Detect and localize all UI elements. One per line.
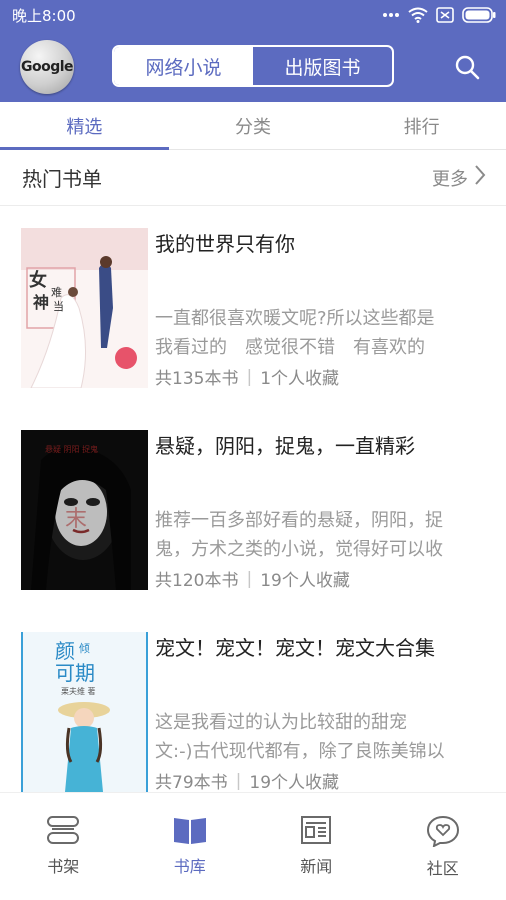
tab-rankings[interactable]: 排行 [337,102,506,149]
booklist-item[interactable]: 女 神 难 当 我的世界只有你 一直都很喜欢暖文呢?所以这些都是 我看过的 感觉… [0,206,506,408]
favorite-count: 19个人收藏 [260,571,350,591]
booklist-title: 我的世界只有你 [155,232,295,256]
nav-library[interactable]: 书库 [127,793,254,900]
wifi-icon [408,7,428,23]
nav-bookshelf[interactable]: 书架 [0,793,127,900]
svg-text:难: 难 [51,286,62,299]
battery-icon [462,7,496,23]
booklist-list: 女 神 难 当 我的世界只有你 一直都很喜欢暖文呢?所以这些都是 我看过的 感觉… [0,206,506,792]
booklist-title: 悬疑，阴阳，捉鬼，一直精彩 [155,434,415,458]
nav-community[interactable]: 社区 [380,793,506,900]
booklist-meta: 共135本书 | 1个人收藏 [155,364,340,390]
favorite-count: 1个人收藏 [260,369,340,389]
nav-label: 社区 [426,859,459,878]
status-bar: 晚上8:00 [0,0,506,30]
segment-published-books[interactable]: 出版图书 [253,47,392,85]
svg-text:神: 神 [33,293,49,312]
segment-web-novels[interactable]: 网络小说 [114,47,253,85]
meta-divider: | [246,568,253,589]
chevron-right-icon [474,164,486,191]
section-title: 热门书单 [22,167,102,191]
tab-featured[interactable]: 精选 [0,102,169,150]
book-count: 共120本书 [155,571,239,591]
svg-text:当: 当 [53,299,64,313]
svg-text:悬疑 阴阳 捉鬼: 悬疑 阴阳 捉鬼 [45,444,98,454]
svg-text:颜: 颜 [55,639,75,663]
svg-text:倾: 倾 [79,642,90,655]
booklist-meta: 共120本书 | 19个人收藏 [155,566,350,592]
newspaper-icon [300,815,332,853]
open-book-icon [173,815,207,853]
booklist-meta: 共79本书 | 19个人收藏 [155,768,340,793]
svg-text:可期: 可期 [55,661,95,685]
chat-heart-icon [426,815,460,855]
description-line: 文:-)古代现代都有，除了良陈美锦以 [155,741,445,762]
book-count: 共135本书 [155,369,239,389]
nav-label: 书库 [173,857,206,876]
description-line: 一直都很喜欢暖文呢?所以这些都是 [155,308,435,329]
book-cover: 末 悬疑 阴阳 捉鬼 [21,430,148,590]
description-line: 推荐一百多部好看的悬疑，阴阳，捉 [155,510,443,531]
nav-news[interactable]: 新闻 [253,793,380,900]
no-sim-icon [436,7,454,23]
more-button[interactable]: 更多 [432,164,486,191]
meta-divider: | [246,366,253,387]
description-line: 鬼，方术之类的小说，觉得好可以收 [155,539,443,560]
section-header: 热门书单 更多 [0,150,506,206]
book-cover: 女 神 难 当 [21,228,148,388]
app-header: Google 网络小说 出版图书 [0,30,506,102]
booklist-description: 一直都很喜欢暖文呢?所以这些都是 我看过的 感觉很不错 有喜欢的 [155,304,485,362]
bottom-nav: 书架 书库 新闻 社区 [0,792,506,900]
avatar-label: Google [20,59,74,75]
booklist-description: 推荐一百多部好看的悬疑，阴阳，捉 鬼，方术之类的小说，觉得好可以收 [155,506,485,564]
booklist-description: 这是我看过的认为比较甜的甜宠 文:-)古代现代都有，除了良陈美锦以 [155,708,485,766]
booklist-item[interactable]: 末 悬疑 阴阳 捉鬼 悬疑，阴阳，捉鬼，一直精彩 推荐一百多部好看的悬疑，阴阳，… [0,408,506,610]
book-count: 共79本书 [155,773,228,792]
tab-categories[interactable]: 分类 [169,102,338,149]
nav-label: 新闻 [300,857,333,876]
svg-text:女: 女 [29,269,47,291]
description-line: 我看过的 感觉很不错 有喜欢的 [155,337,425,358]
content-type-toggle: 网络小说 出版图书 [112,45,394,87]
svg-text:栗夫维 著: 栗夫维 著 [61,686,96,696]
category-tabs: 精选 分类 排行 [0,102,506,150]
favorite-count: 19个人收藏 [249,773,340,792]
status-icons [382,7,496,23]
svg-text:末: 末 [65,507,87,532]
booklist-item[interactable]: 颜 倾 可期 栗夫维 著 宠文！宠文！宠文！宠文大合集 这是我看过的认为比较甜的… [0,610,506,792]
book-cover: 颜 倾 可期 栗夫维 著 [21,632,148,792]
avatar[interactable]: Google [20,40,74,94]
search-icon [454,55,480,84]
status-time: 晚上8:00 [12,6,76,25]
meta-divider: | [235,770,242,791]
booklist-title: 宠文！宠文！宠文！宠文大合集 [155,636,435,660]
search-button[interactable] [454,54,480,80]
bookshelf-icon [46,815,80,853]
more-label: 更多 [432,168,468,190]
more-dots-icon [382,12,400,18]
description-line: 这是我看过的认为比较甜的甜宠 [155,712,407,733]
nav-label: 书架 [47,857,80,876]
